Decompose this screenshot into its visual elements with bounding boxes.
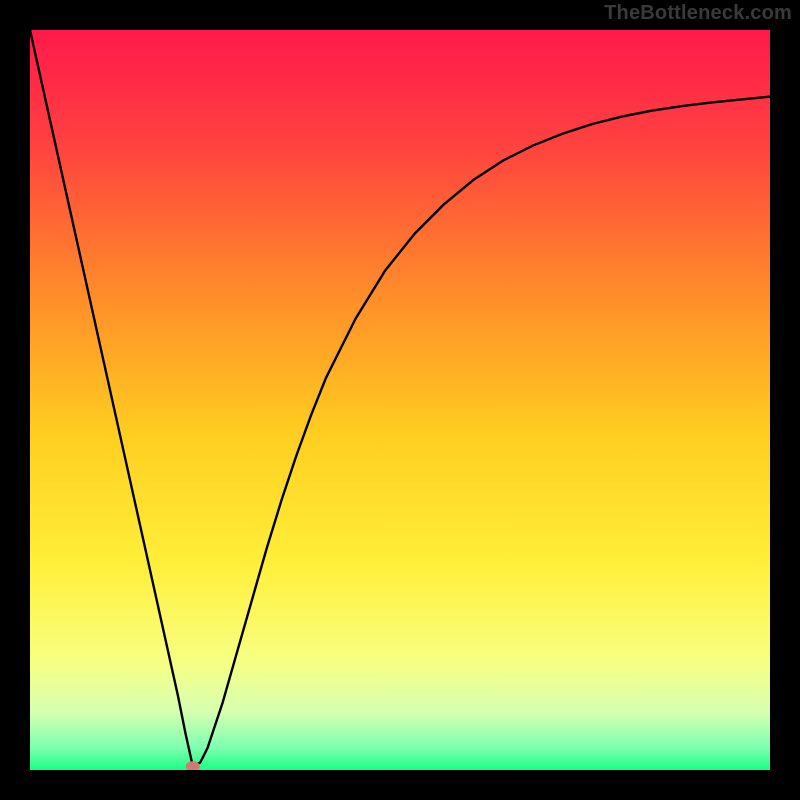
chart-frame: TheBottleneck.com — [0, 0, 800, 800]
gradient-background — [30, 30, 770, 770]
plot-area — [30, 30, 770, 770]
bottleneck-chart — [30, 30, 770, 770]
attribution-label: TheBottleneck.com — [604, 2, 792, 25]
